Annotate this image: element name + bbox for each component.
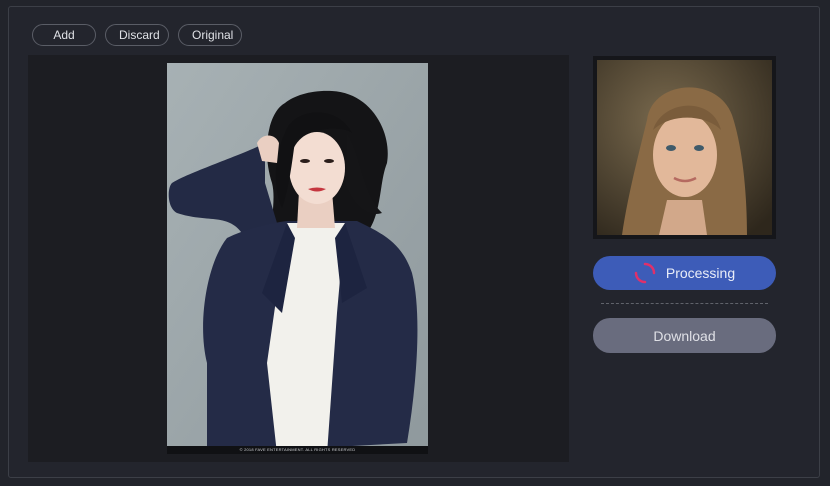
source-photo-image bbox=[167, 63, 428, 454]
divider bbox=[601, 303, 768, 304]
reference-portrait bbox=[597, 60, 772, 235]
discard-button[interactable]: Discard bbox=[105, 24, 169, 46]
download-button[interactable]: Download bbox=[593, 318, 776, 353]
photo-caption: © 2018 FAVE ENTERTAINMENT. ALL RIGHTS RE… bbox=[167, 446, 428, 454]
processing-button[interactable]: Processing bbox=[593, 256, 776, 290]
spinner-icon bbox=[634, 262, 656, 284]
download-label: Download bbox=[653, 327, 716, 344]
source-photo: © 2018 FAVE ENTERTAINMENT. ALL RIGHTS RE… bbox=[167, 63, 428, 454]
reference-image-frame bbox=[593, 56, 776, 239]
original-button[interactable]: Original bbox=[178, 24, 242, 46]
processing-label: Processing bbox=[665, 265, 736, 281]
toolbar: Add Discard Original bbox=[32, 24, 242, 46]
image-canvas: © 2018 FAVE ENTERTAINMENT. ALL RIGHTS RE… bbox=[28, 55, 569, 462]
add-button[interactable]: Add bbox=[32, 24, 96, 46]
